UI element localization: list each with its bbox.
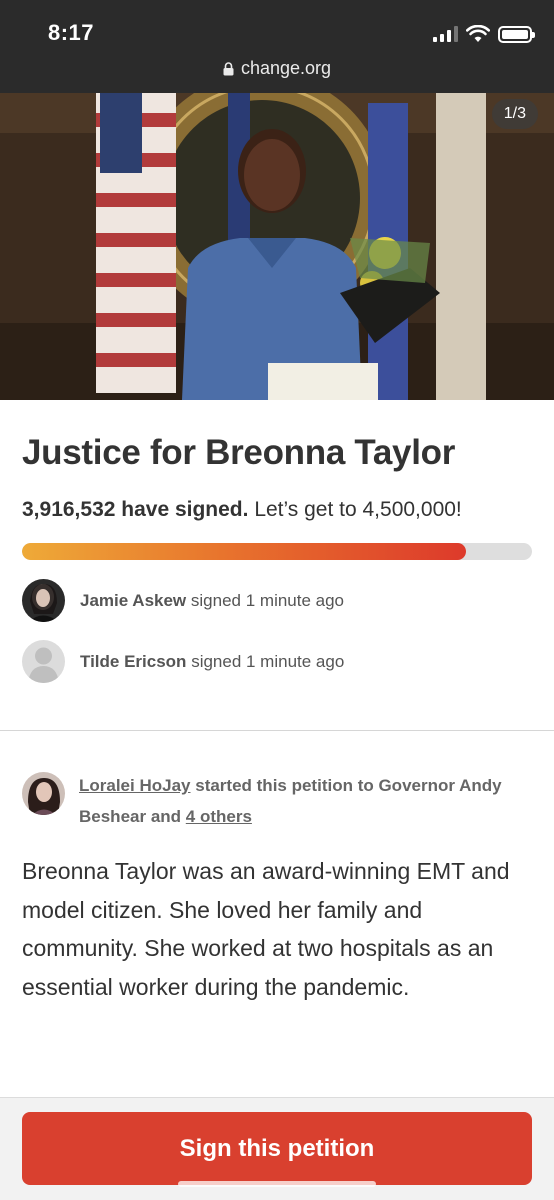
status-time: 8:17 (48, 20, 95, 45)
home-indicator (178, 1181, 376, 1187)
signature-count: 3,916,532 have signed. Let’s get to 4,50… (22, 498, 462, 522)
signer-text: Tilde Ericson signed 1 minute ago (80, 652, 344, 672)
hero-photo (0, 93, 554, 400)
petition-title: Justice for Breonna Taylor (22, 433, 456, 472)
sign-petition-button[interactable]: Sign this petition (22, 1112, 532, 1185)
goal-text: Let’s get to 4,500,000! (254, 498, 462, 521)
starter-text: Loralei HoJay started this petition to G… (79, 770, 529, 832)
signer-name: Jamie Askew (80, 590, 187, 610)
battery-icon (498, 25, 535, 43)
section-divider (0, 730, 554, 731)
lock-icon (223, 61, 234, 75)
starter-name-link[interactable]: Loralei HoJay (79, 776, 191, 795)
avatar[interactable] (22, 772, 65, 815)
status-icons (433, 22, 535, 46)
signer-text: Jamie Askew signed 1 minute ago (80, 591, 344, 611)
recent-signer: Tilde Ericson signed 1 minute ago (22, 640, 344, 683)
signature-progress-bar (22, 543, 532, 560)
browser-top-bar: 8:17 change.org (0, 0, 554, 93)
avatar (22, 579, 65, 622)
signer-action: signed 1 minute ago (190, 590, 345, 610)
cellular-signal-icon (433, 26, 458, 42)
signer-action: signed 1 minute ago (191, 651, 345, 671)
recent-signer: Jamie Askew signed 1 minute ago (22, 579, 344, 622)
image-counter: 1/3 (491, 99, 538, 129)
progress-fill (22, 543, 466, 560)
url-text: change.org (240, 58, 332, 78)
signer-name: Tilde Ericson (80, 651, 187, 671)
wifi-icon (466, 25, 490, 42)
url-bar[interactable]: change.org (0, 58, 554, 79)
others-link[interactable]: 4 others (186, 807, 252, 826)
signed-count-text: 3,916,532 have signed. (22, 498, 249, 521)
petition-description: Breonna Taylor was an award-winning EMT … (22, 858, 510, 1000)
default-avatar-icon (22, 640, 65, 683)
petition-hero-image[interactable]: 1/3 (0, 93, 554, 400)
